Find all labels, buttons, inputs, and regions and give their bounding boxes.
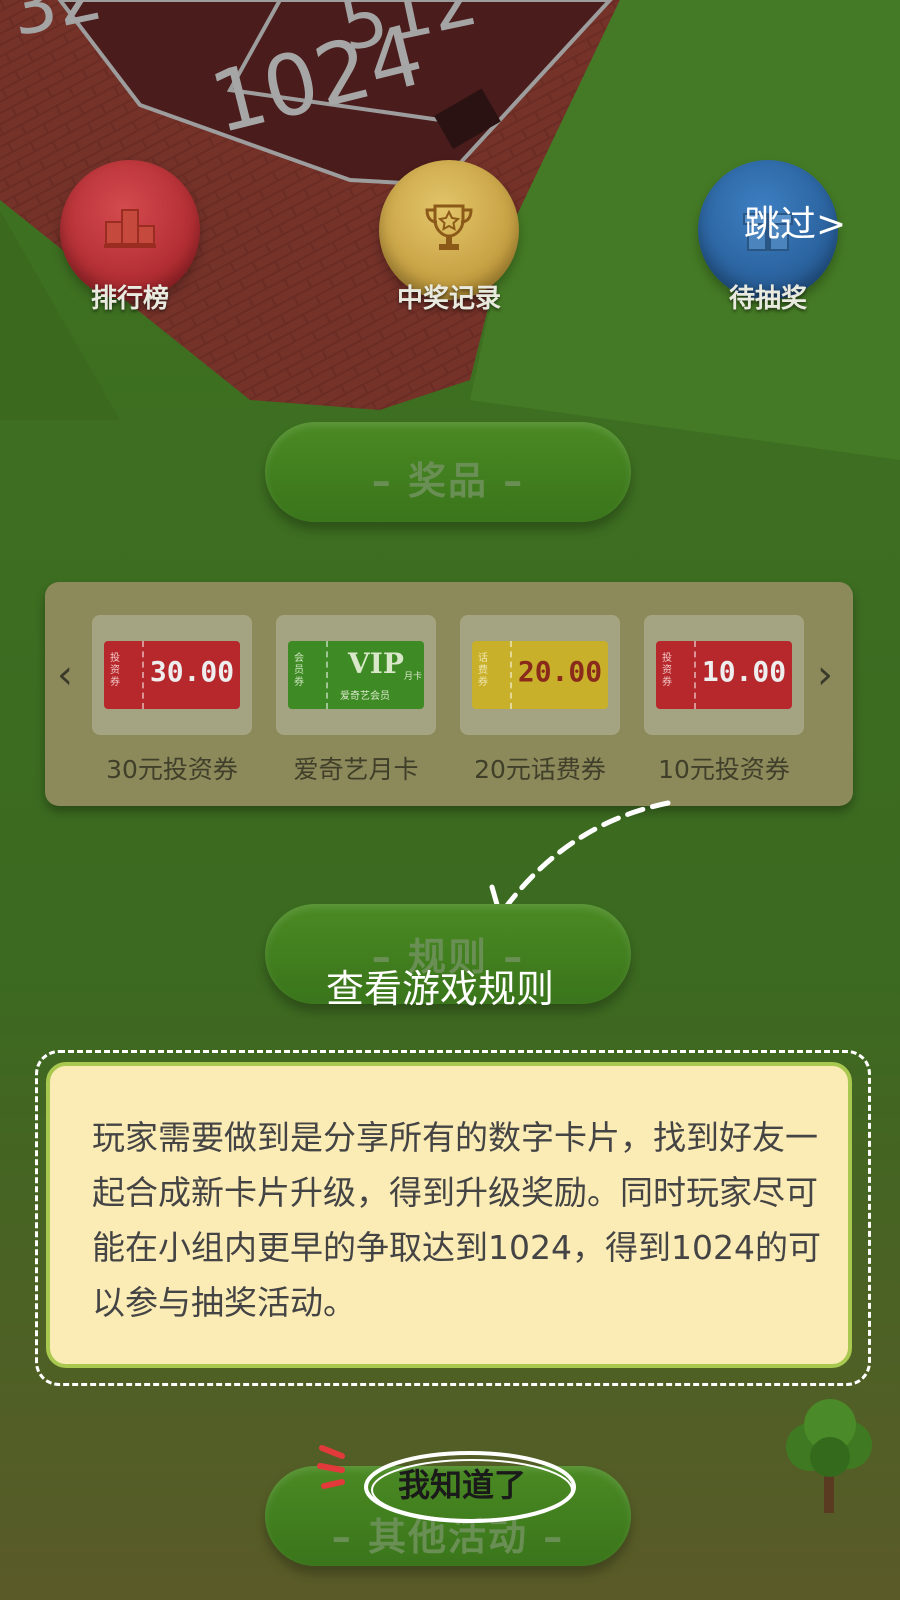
prize-record-label: 中奖记录 [396, 284, 501, 314]
prize-name: 20元话费券 [474, 755, 606, 784]
coupon-ticket: 会员券 VIP 爱奇艺会员 月卡 [288, 641, 424, 709]
coupon-amount: 10.00 [701, 655, 787, 688]
rules-panel: 玩家需要做到是分享所有的数字卡片，找到好友一起合成新卡片升级，得到升级奖励。同时… [46, 1062, 852, 1368]
carousel-next-button[interactable]: › [817, 652, 833, 698]
podium-icon [104, 209, 156, 248]
coupon-sub-label: 爱奇艺会员 [340, 691, 390, 702]
prize-card[interactable]: 投资券 30.00 [92, 615, 252, 735]
coupon-stub-label: 投资券 [110, 653, 120, 688]
coupon-ticket: 投资券 10.00 [656, 641, 792, 709]
prize-name: 10元投资券 [658, 755, 790, 784]
skip-button[interactable]: 跳过> [744, 195, 846, 247]
prize-name: 30元投资券 [106, 755, 238, 784]
coupon-stub-label: 会员券 [294, 653, 304, 688]
carousel-prev-button[interactable]: ‹ [57, 652, 73, 698]
coupon-stub-label: 话费券 [478, 653, 488, 688]
prize-name: 爱奇艺月卡 [293, 755, 419, 784]
rules-text: 玩家需要做到是分享所有的数字卡片，找到好友一起合成新卡片升级，得到升级奖励。同时… [92, 1118, 821, 1322]
coupon-tag-label: 月卡 [404, 672, 423, 682]
coupon-amount: 30.00 [149, 655, 235, 688]
prizes-section-header: – 奖品 – [265, 422, 631, 522]
coupon-ticket: 投资券 30.00 [104, 641, 240, 709]
prize-card[interactable]: 话费券 20.00 [460, 615, 620, 735]
prize-carousel: ‹ 投资券 30.00 30元投资券 会员券 VIP 爱奇艺会员 月卡 爱奇艺月… [45, 582, 853, 806]
sparkle-icon [317, 1445, 345, 1489]
tree-icon [786, 1399, 872, 1513]
view-rules-hint: 查看游戏规则 [326, 967, 555, 1011]
trophy-icon [425, 204, 473, 250]
leaderboard-label: 排行榜 [90, 284, 169, 314]
prizes-section-title: – 奖品 – [371, 459, 525, 503]
prize-card[interactable]: 投资券 10.00 [644, 615, 804, 735]
coupon-amount: 20.00 [517, 655, 603, 688]
prize-card[interactable]: 会员券 VIP 爱奇艺会员 月卡 [276, 615, 436, 735]
got-it-button[interactable]: 我知道了 [398, 1460, 526, 1506]
coupon-ticket: 话费券 20.00 [472, 641, 608, 709]
coupon-stub-label: 投资券 [662, 653, 672, 688]
pending-draw-label: 待抽奖 [728, 284, 807, 314]
